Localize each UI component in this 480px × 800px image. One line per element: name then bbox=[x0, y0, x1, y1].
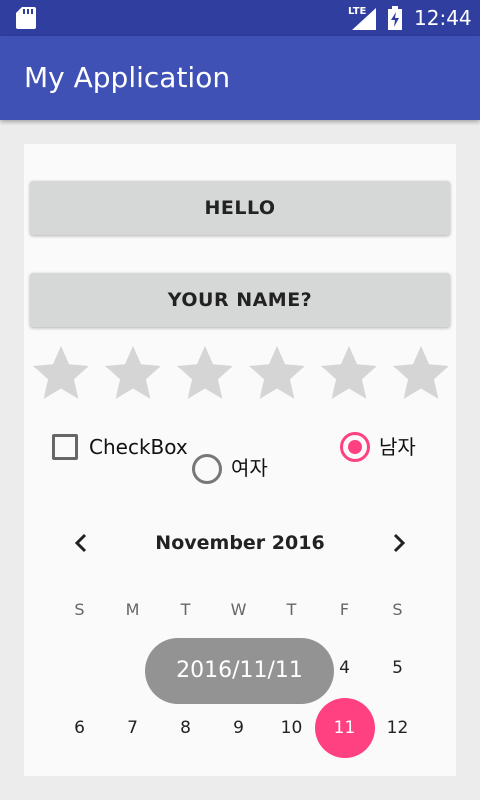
star-icon[interactable] bbox=[246, 342, 308, 404]
your-name-button[interactable]: YOUR NAME? bbox=[30, 273, 450, 327]
calendar-day[interactable]: 12 bbox=[371, 708, 424, 748]
app-bar: My Application bbox=[0, 36, 480, 120]
weekday-label: T bbox=[286, 600, 297, 619]
weekday-label: T bbox=[180, 600, 191, 619]
calendar-day-selected[interactable]: 11 bbox=[318, 708, 371, 748]
signal-icon bbox=[352, 8, 376, 30]
radio-selected-dot bbox=[348, 440, 362, 454]
star-icon[interactable] bbox=[318, 342, 380, 404]
radio-female-label[interactable]: 여자 bbox=[231, 454, 268, 482]
star-icon[interactable] bbox=[102, 342, 164, 404]
weekday-label: S bbox=[392, 600, 403, 619]
star-icon[interactable] bbox=[390, 342, 452, 404]
star-icon[interactable] bbox=[30, 342, 92, 404]
chevron-right-icon[interactable] bbox=[388, 529, 410, 557]
radio-male[interactable] bbox=[340, 432, 370, 462]
checkbox[interactable] bbox=[52, 434, 78, 460]
hello-button[interactable]: HELLO bbox=[30, 181, 450, 235]
calendar-day[interactable]: 8 bbox=[159, 708, 212, 748]
radio-male-label[interactable]: 남자 bbox=[379, 433, 416, 461]
calendar-month-title: November 2016 bbox=[155, 532, 325, 554]
calendar-day[interactable]: 9 bbox=[212, 708, 265, 748]
chevron-left-icon[interactable] bbox=[70, 529, 92, 557]
sd-card-icon bbox=[16, 7, 36, 29]
rating-bar[interactable] bbox=[30, 342, 460, 404]
weekday-label: F bbox=[339, 600, 350, 619]
weekday-label: W bbox=[230, 600, 247, 619]
calendar-day[interactable]: 10 bbox=[265, 708, 318, 748]
calendar-day[interactable]: 5 bbox=[371, 648, 424, 688]
radio-female[interactable] bbox=[192, 454, 222, 484]
status-bar: LTE 12:44 bbox=[0, 0, 480, 36]
checkbox-label[interactable]: CheckBox bbox=[89, 433, 188, 461]
toast-message: 2016/11/11 bbox=[145, 638, 334, 704]
calendar-day[interactable]: 7 bbox=[106, 708, 159, 748]
weekday-label: M bbox=[125, 600, 140, 619]
battery-charging-icon bbox=[388, 6, 402, 30]
status-clock: 12:44 bbox=[414, 6, 472, 30]
calendar-day[interactable]: 6 bbox=[53, 708, 106, 748]
weekday-label: S bbox=[74, 600, 85, 619]
app-title: My Application bbox=[24, 61, 231, 94]
star-icon[interactable] bbox=[174, 342, 236, 404]
